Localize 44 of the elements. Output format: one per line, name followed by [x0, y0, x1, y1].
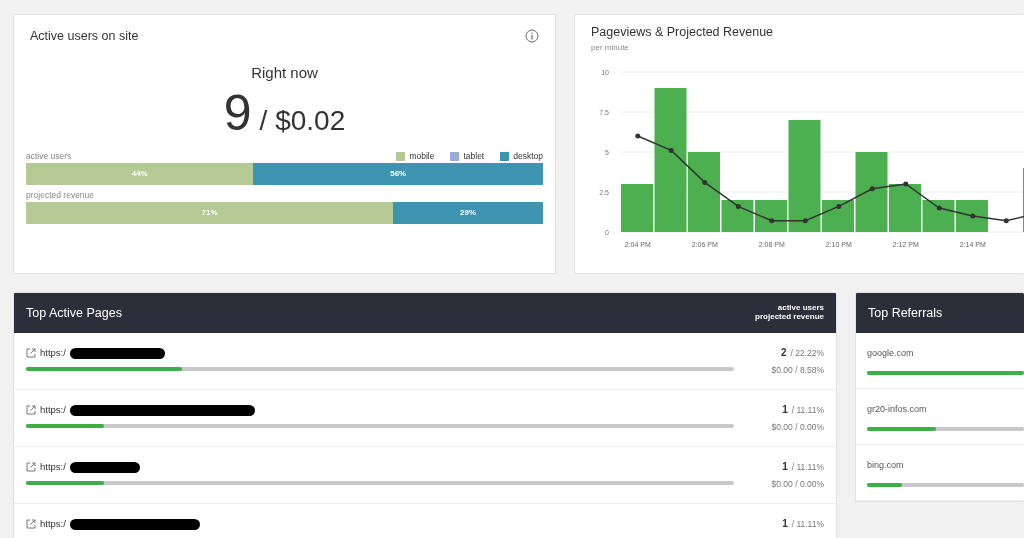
- bar-segment-label: 29%: [459, 206, 478, 219]
- user-share: / 22.22%: [790, 348, 824, 358]
- card-subtitle: per minute: [591, 41, 630, 54]
- card-title: Top Referrals: [868, 304, 943, 322]
- subtitle: Right now: [250, 62, 319, 83]
- bar-segment: 71%: [26, 201, 394, 224]
- user-count: 1: [782, 518, 788, 529]
- referrer-label: gr20-infos.com: [867, 403, 928, 416]
- revenue-share: $0.00 / 0.00%: [770, 478, 824, 491]
- user-count: 1: [782, 404, 788, 415]
- page-url[interactable]: https:/: [40, 402, 66, 418]
- card-title: Active users on site: [30, 28, 139, 45]
- column-label: active users: [776, 304, 824, 313]
- page-url[interactable]: https:/: [40, 516, 66, 532]
- user-share: / 11.11%: [791, 405, 824, 415]
- external-link-icon[interactable]: [26, 405, 36, 415]
- info-icon[interactable]: [525, 29, 539, 44]
- legend-label: mobile: [409, 150, 435, 163]
- referrer-label: google.com: [867, 347, 915, 360]
- column-label: projected revenue: [755, 313, 824, 322]
- redaction-mark: [69, 461, 140, 473]
- user-count: 9: [223, 86, 252, 142]
- legend-label: tablet: [463, 150, 485, 163]
- external-link-icon[interactable]: [26, 462, 36, 472]
- revenue-share: $0.00 / 8.58%: [770, 364, 824, 377]
- bar-label: projected revenue: [26, 189, 95, 202]
- user-count: 2: [780, 347, 787, 358]
- external-link-icon[interactable]: [26, 348, 36, 358]
- bar-segment-label: 56%: [389, 168, 408, 180]
- card-title: Pageviews & Projected Revenue: [591, 24, 775, 41]
- user-share: / 11.11%: [791, 462, 824, 472]
- referrer-label: bing.com: [867, 459, 905, 472]
- card-title: Top Active Pages: [26, 304, 122, 322]
- user-count: 1: [782, 461, 788, 472]
- bar-segment: 44%: [26, 163, 254, 185]
- bar-label: active users: [26, 150, 72, 163]
- revenue-value: / $0.02: [259, 104, 346, 139]
- page-url[interactable]: https:/: [40, 345, 66, 361]
- legend-label: desktop: [513, 150, 543, 163]
- user-share: / 11.11%: [791, 519, 824, 529]
- revenue-share: $0.00 / 0.00%: [770, 421, 824, 434]
- external-link-icon[interactable]: [26, 519, 36, 529]
- page-url[interactable]: https:/: [40, 459, 66, 475]
- bar: [956, 199, 988, 232]
